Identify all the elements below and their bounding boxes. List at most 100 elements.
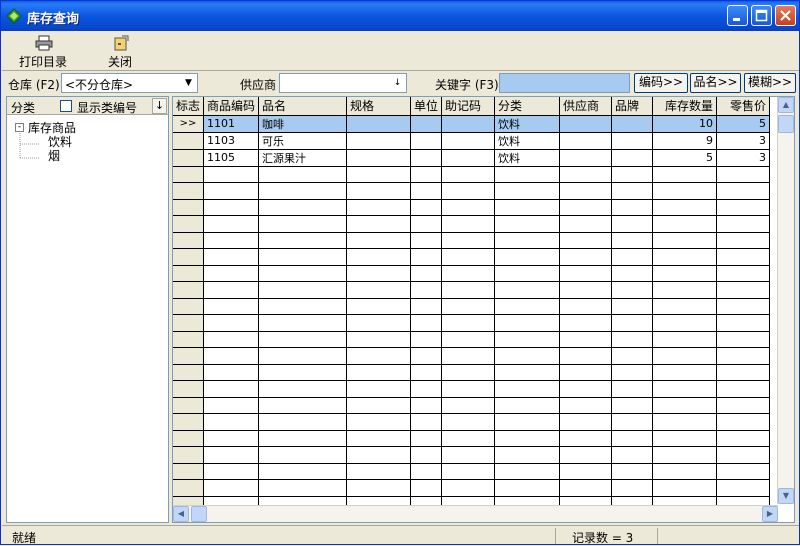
- empty-cell[interactable]: [611, 314, 654, 332]
- empty-cell[interactable]: [559, 380, 613, 398]
- empty-cell[interactable]: [441, 199, 496, 216]
- show-code-checkbox[interactable]: [60, 100, 72, 112]
- empty-cell[interactable]: [346, 430, 412, 447]
- empty-cell[interactable]: [494, 397, 561, 414]
- cell-brand[interactable]: [611, 132, 654, 150]
- empty-cell[interactable]: [559, 413, 613, 431]
- empty-cell[interactable]: [494, 380, 561, 398]
- empty-cell[interactable]: [494, 314, 561, 332]
- empty-cell[interactable]: [652, 397, 718, 414]
- table-row-empty[interactable]: [173, 314, 771, 332]
- empty-cell[interactable]: [441, 446, 496, 464]
- empty-cell[interactable]: [494, 199, 561, 216]
- empty-cell[interactable]: [441, 430, 496, 447]
- empty-cell[interactable]: [611, 463, 654, 480]
- empty-cell[interactable]: [258, 182, 348, 200]
- empty-cell[interactable]: [441, 232, 496, 249]
- cell-qty[interactable]: 9: [652, 132, 718, 150]
- empty-cell[interactable]: [559, 397, 613, 414]
- fuzzy-search-button[interactable]: 模糊>>: [744, 73, 796, 93]
- table-row-empty[interactable]: [173, 364, 771, 381]
- empty-cell[interactable]: [611, 446, 654, 464]
- cell-name[interactable]: 汇源果汁: [258, 149, 348, 167]
- table-row-empty[interactable]: [173, 397, 771, 414]
- empty-cell[interactable]: [494, 463, 561, 480]
- empty-cell[interactable]: [410, 413, 443, 431]
- empty-cell[interactable]: [203, 166, 260, 183]
- empty-cell[interactable]: [203, 199, 260, 216]
- col-header-supplier[interactable]: 供应商: [559, 97, 613, 116]
- empty-cell[interactable]: [441, 298, 496, 315]
- col-header-unit[interactable]: 单位: [410, 97, 443, 116]
- empty-cell[interactable]: [203, 248, 260, 266]
- empty-cell[interactable]: [258, 199, 348, 216]
- empty-cell[interactable]: [203, 446, 260, 464]
- cell-unit[interactable]: [410, 149, 443, 167]
- empty-cell[interactable]: [611, 215, 654, 233]
- empty-cell[interactable]: [652, 446, 718, 464]
- empty-cell[interactable]: [494, 347, 561, 365]
- empty-cell[interactable]: [652, 430, 718, 447]
- empty-cell[interactable]: [346, 248, 412, 266]
- empty-cell[interactable]: [716, 248, 771, 266]
- cell-name[interactable]: 可乐: [258, 132, 348, 150]
- empty-cell[interactable]: [559, 199, 613, 216]
- cell-mnemonic[interactable]: [441, 115, 496, 133]
- table-row-empty[interactable]: [173, 265, 771, 282]
- empty-cell[interactable]: [441, 364, 496, 381]
- empty-cell[interactable]: [410, 265, 443, 282]
- empty-cell[interactable]: [559, 166, 613, 183]
- cell-spec[interactable]: [346, 115, 412, 133]
- empty-cell[interactable]: [716, 298, 771, 315]
- table-row-empty[interactable]: [173, 215, 771, 233]
- empty-cell[interactable]: [346, 182, 412, 200]
- empty-cell[interactable]: [346, 281, 412, 299]
- empty-cell[interactable]: [652, 314, 718, 332]
- empty-cell[interactable]: [611, 364, 654, 381]
- cell-price[interactable]: 3: [716, 132, 771, 150]
- maximize-button[interactable]: [751, 5, 772, 26]
- cell-mnemonic[interactable]: [441, 132, 496, 150]
- scroll-left-icon[interactable]: ◀: [173, 506, 189, 522]
- empty-cell[interactable]: [203, 182, 260, 200]
- empty-cell[interactable]: [258, 397, 348, 414]
- table-row[interactable]: 1103 可乐 饮料 9 3: [173, 132, 771, 150]
- cell-brand[interactable]: [611, 115, 654, 133]
- empty-cell[interactable]: [346, 364, 412, 381]
- empty-cell[interactable]: [441, 347, 496, 365]
- empty-cell[interactable]: [346, 314, 412, 332]
- cell-category[interactable]: 饮料: [494, 132, 561, 150]
- empty-cell[interactable]: [346, 199, 412, 216]
- empty-cell[interactable]: [559, 430, 613, 447]
- cell-code[interactable]: 1101: [203, 115, 260, 133]
- name-search-button[interactable]: 品名>>: [690, 73, 741, 93]
- empty-cell[interactable]: [652, 347, 718, 365]
- tree-collapse-icon[interactable]: -: [15, 123, 24, 132]
- empty-cell[interactable]: [716, 446, 771, 464]
- cell-code[interactable]: 1105: [203, 149, 260, 167]
- empty-cell[interactable]: [716, 430, 771, 447]
- empty-cell[interactable]: [559, 215, 613, 233]
- empty-cell[interactable]: [716, 364, 771, 381]
- col-header-mnemonic[interactable]: 助记码: [441, 97, 496, 116]
- empty-cell[interactable]: [410, 166, 443, 183]
- empty-cell[interactable]: [611, 380, 654, 398]
- cell-supplier[interactable]: [559, 132, 613, 150]
- col-header-qty[interactable]: 库存数量: [652, 97, 718, 116]
- cell-qty[interactable]: 10: [652, 115, 718, 133]
- empty-cell[interactable]: [203, 413, 260, 431]
- empty-cell[interactable]: [203, 397, 260, 414]
- empty-cell[interactable]: [258, 248, 348, 266]
- empty-cell[interactable]: [559, 446, 613, 464]
- empty-cell[interactable]: [441, 265, 496, 282]
- empty-cell[interactable]: [258, 364, 348, 381]
- empty-cell[interactable]: [258, 265, 348, 282]
- empty-cell[interactable]: [258, 298, 348, 315]
- keyword-input[interactable]: [499, 73, 630, 93]
- empty-cell[interactable]: [652, 199, 718, 216]
- cell-code[interactable]: 1103: [203, 132, 260, 150]
- cell-price[interactable]: 5: [716, 115, 771, 133]
- empty-cell[interactable]: [559, 298, 613, 315]
- empty-cell[interactable]: [652, 265, 718, 282]
- empty-cell[interactable]: [494, 479, 561, 497]
